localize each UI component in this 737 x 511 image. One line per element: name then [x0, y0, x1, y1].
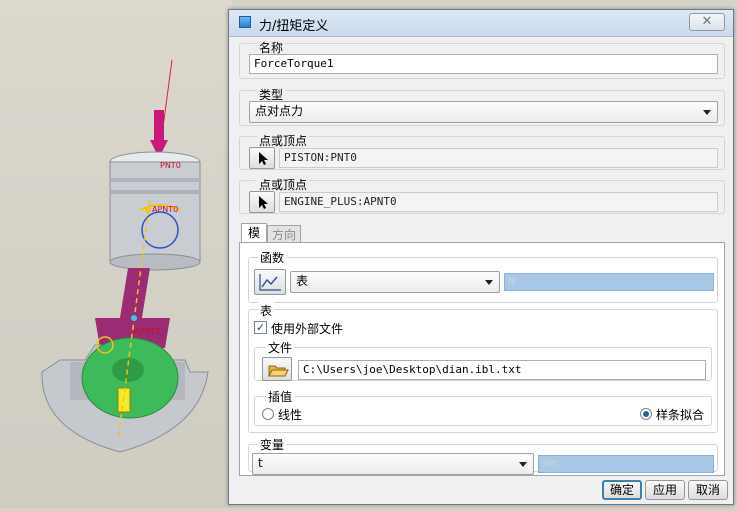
function-graph-button[interactable] [254, 269, 286, 295]
point2-value: ENGINE_PLUS:APNT0 [279, 192, 718, 212]
force-torque-dialog: 力/扭矩定义 ✕ 名称 ForceTorque1 类型 点对点力 点或顶点 PI… [228, 9, 734, 505]
file-path-field[interactable]: C:\Users\joe\Desktop\dian.ibl.txt [298, 360, 706, 380]
variable-unit-field: sec [538, 455, 714, 473]
function-label: 函数 [258, 249, 287, 266]
interpolation-spline-radio[interactable] [640, 408, 652, 420]
open-file-button[interactable] [262, 357, 292, 381]
cancel-button[interactable]: 取消 [688, 480, 728, 500]
chevron-down-icon [703, 110, 711, 115]
function-select[interactable]: 表 [290, 271, 500, 293]
tab-magnitude[interactable]: 模 [241, 223, 267, 243]
table-label: 表 [258, 302, 275, 319]
tab-panel-magnitude: 函数 表 N 表 ✓ 使用外部文件 文件 C:\Users\joe\Deskto… [239, 242, 725, 476]
cursor-arrow-icon [259, 196, 268, 209]
variable-select-value: t [258, 456, 263, 470]
interpolation-linear-label: 线性 [278, 408, 303, 422]
apply-button[interactable]: 应用 [645, 480, 685, 500]
function-unit-field: N [504, 273, 714, 291]
chevron-down-icon [485, 280, 493, 285]
variable-label: 变量 [258, 436, 287, 453]
pnt0-label: PNT0 [160, 161, 181, 170]
chevron-down-icon [519, 462, 527, 467]
apnt0-lower-label: APNT0 [134, 327, 160, 336]
function-select-value: 表 [296, 274, 309, 288]
interpolation-label: 插值 [266, 388, 295, 405]
interpolation-spline-label: 样条拟合 [656, 408, 705, 422]
folder-open-icon [268, 365, 289, 377]
close-button[interactable]: ✕ [689, 13, 725, 31]
engine-assembly-graphic: PNT0 APNT0 APNT0 [41, 59, 209, 453]
point2-select-button[interactable] [249, 191, 275, 213]
ok-button[interactable]: 确定 [602, 480, 642, 500]
model-viewport[interactable]: PNT0 APNT0 APNT0 [0, 0, 232, 508]
cursor-arrow-icon [259, 152, 268, 165]
dialog-titlebar[interactable]: 力/扭矩定义 ✕ [229, 10, 733, 37]
file-label: 文件 [266, 339, 295, 356]
dialog-title: 力/扭矩定义 [259, 19, 329, 34]
type-select[interactable]: 点对点力 [249, 101, 718, 123]
point1-select-button[interactable] [249, 147, 275, 169]
point1-value: PISTON:PNT0 [279, 148, 718, 168]
app-icon [239, 16, 251, 28]
use-external-file-label: 使用外部文件 [271, 322, 344, 336]
apnt0-upper-label: APNT0 [152, 205, 178, 214]
variable-select[interactable]: t [252, 453, 534, 475]
use-external-file-checkbox[interactable]: ✓ [254, 321, 267, 334]
tab-direction[interactable]: 方向 [267, 225, 301, 243]
name-field[interactable]: ForceTorque1 [249, 54, 718, 74]
type-select-value: 点对点力 [255, 104, 304, 118]
interpolation-linear-radio[interactable] [262, 408, 274, 420]
graph-icon [259, 274, 281, 291]
